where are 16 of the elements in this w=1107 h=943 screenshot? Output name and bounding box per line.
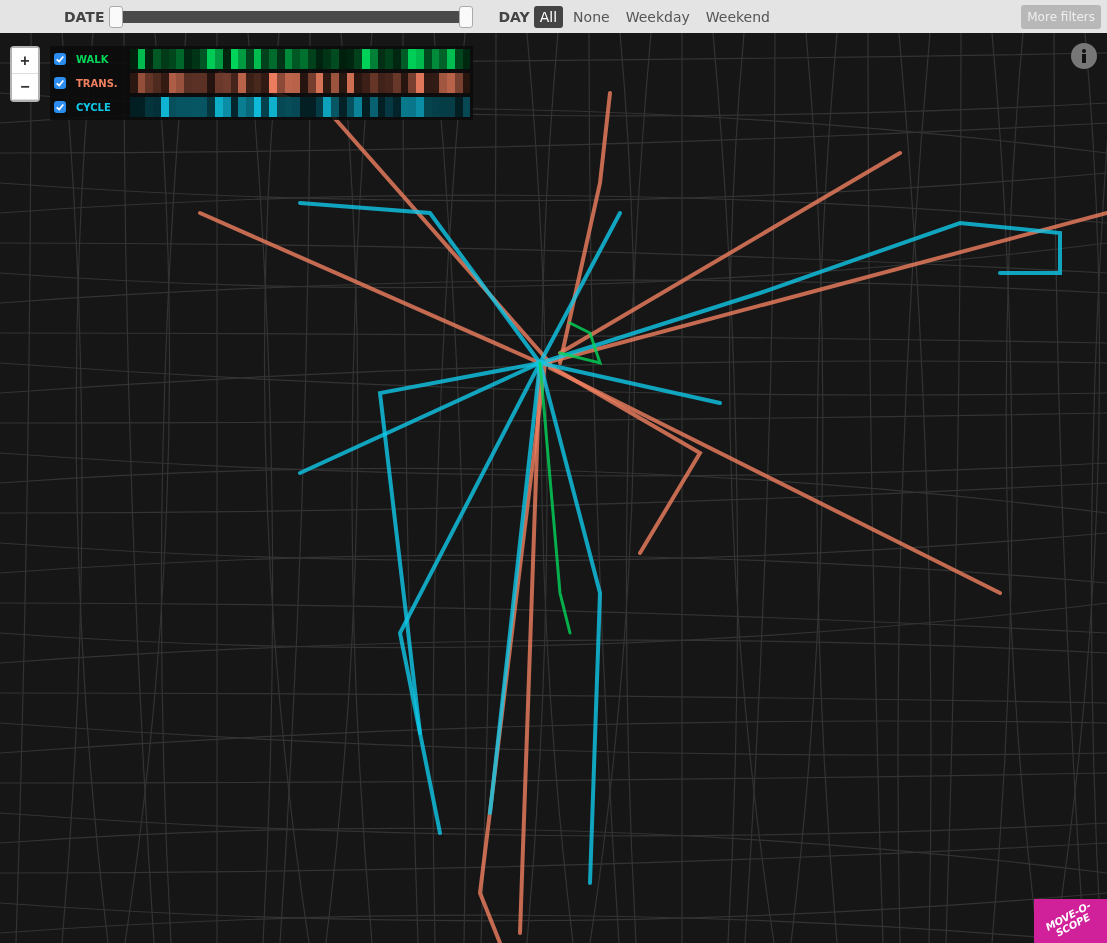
- mode-label: WALK: [76, 53, 110, 65]
- slider-handle[interactable]: [459, 5, 474, 28]
- mode-checkbox[interactable]: [54, 101, 66, 113]
- zoom-in-button[interactable]: +: [12, 48, 38, 74]
- day-filter-button[interactable]: Weekday: [619, 5, 696, 28]
- date-label: DATE: [64, 8, 105, 25]
- mode-label: TRANS.: [76, 77, 119, 89]
- info-icon[interactable]: [1071, 43, 1097, 69]
- day-filter-button[interactable]: Weekend: [699, 5, 776, 28]
- mode-label: CYCLE: [76, 101, 112, 113]
- day-label: DAY: [498, 8, 530, 25]
- mode-checkbox[interactable]: [54, 53, 66, 65]
- day-filter-button[interactable]: All: [533, 5, 564, 28]
- slider-handle[interactable]: [109, 5, 124, 28]
- mode-checkbox[interactable]: [54, 77, 66, 89]
- day-filter-button[interactable]: None: [567, 5, 616, 28]
